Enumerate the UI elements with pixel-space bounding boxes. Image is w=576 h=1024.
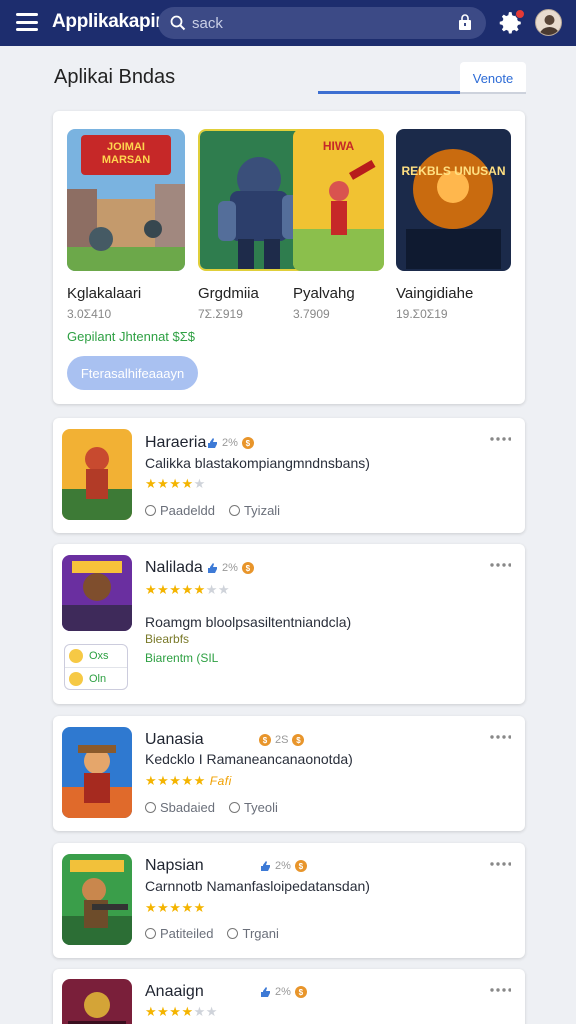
rating-stars: ★★★★★★★ [145, 582, 231, 597]
app-name: Haraeria [145, 434, 207, 451]
more-options-icon[interactable] [489, 861, 511, 871]
app-badge-text: 2% [222, 437, 238, 449]
more-options-icon[interactable] [489, 734, 511, 744]
verified-icon [261, 861, 270, 871]
coin-icon: $ [259, 734, 271, 746]
app-description: Calikka blastakompiangmndnsbans) [145, 455, 370, 471]
downloads-info: Paadeldd [145, 503, 215, 518]
app-card[interactable]: Anaaign 2% $ ★★★★★★ [53, 969, 525, 1024]
coin-icon: $ [294, 986, 307, 998]
app-name: Anaaign [145, 983, 204, 1000]
more-options-icon[interactable] [489, 987, 511, 997]
app-badge-text: 2S [275, 734, 289, 746]
type-info: Trgani [227, 926, 279, 941]
featured-name: Pyalvahg [293, 285, 355, 302]
rating-stars: ★★★★★ [145, 900, 206, 915]
app-footer: Sbadaied Tyeoli [145, 800, 278, 815]
featured-meta: 19.Σ0Σ19 [396, 307, 448, 321]
rating-stars: ★★★★★ Fafi [145, 773, 232, 788]
verified-icon [208, 438, 217, 448]
app-note: Biearbfs [145, 632, 190, 646]
coin-icon: $ [294, 860, 307, 872]
search-bar[interactable] [158, 7, 486, 39]
tag-box: Oxs Oln [64, 644, 128, 690]
featured-note: Gepilant Jhtennat $Σ$ [67, 329, 196, 344]
verified-icon [208, 563, 217, 573]
search-input[interactable] [192, 7, 442, 39]
featured-tile[interactable]: JOIMAI MARSAN [67, 129, 185, 271]
app-card[interactable]: Napsian 2% $ Carnnotb Namanfasloipedatan… [53, 843, 525, 958]
tile-banner: JOIMAI MARSAN [101, 141, 151, 166]
app-icon [62, 555, 132, 631]
avatar[interactable] [535, 9, 562, 36]
coin-icon: $ [241, 562, 254, 574]
app-description: Roamgm bloolpsasiltentniandcla) [145, 614, 352, 630]
app-icon [62, 727, 132, 818]
app-description: Kedcklo I Ramaneancanaonotda) [145, 751, 353, 767]
app-icon [62, 979, 132, 1024]
tile-banner: HIWA [322, 139, 355, 153]
featured-name: Kglakalaari [67, 285, 142, 302]
app-badges: 2% $ [259, 986, 307, 998]
app-name: Nalilada [145, 559, 203, 576]
top-bar: Applikakapin [0, 0, 576, 46]
featured-tile[interactable]: REKBLS UNUSAN [396, 129, 511, 271]
coin-icon: $ [292, 734, 305, 746]
app-icon [62, 429, 132, 520]
app-description: Carnnotb Namanfasloipedatansdan) [145, 878, 370, 894]
tab-indicator [318, 91, 526, 94]
app-card[interactable]: Oxs Oln Nalilada 2% $ ★★★★★★★ Roamgm blo… [53, 544, 525, 704]
rating-stars: ★★★★★★ [145, 1004, 218, 1019]
rating-stars: ★★★★★ [145, 476, 206, 491]
app-name: Uanasia [145, 731, 204, 748]
verified-icon [261, 987, 270, 997]
section-title: Aplikai Bndas [54, 66, 176, 88]
app-name: Napsian [145, 857, 204, 874]
featured-meta: 3.7909 [293, 307, 330, 321]
bag-icon[interactable] [456, 14, 474, 32]
app-badge-text: 2% [275, 860, 291, 872]
app-badges: 2% $ [259, 860, 307, 872]
menu-icon[interactable] [16, 13, 38, 31]
app-note: Biarentm (SIL [145, 651, 219, 665]
notification-badge [515, 9, 525, 19]
app-footer: Patiteiled Trgani [145, 926, 279, 941]
app-card[interactable]: Haraeria 2% $ Calikka blastakompiangmndn… [53, 418, 525, 533]
app-badge-text: 2% [222, 562, 238, 574]
see-more-button[interactable]: Venote [460, 62, 526, 94]
more-options-icon[interactable] [489, 436, 511, 446]
app-badge-text: 2% [275, 986, 291, 998]
tag-item: Oln [65, 667, 127, 689]
more-options-icon[interactable] [489, 562, 511, 572]
featured-meta: 3.0Σ410 [67, 307, 112, 321]
featured-tile[interactable]: HIWA [293, 129, 384, 271]
app-title: Applikakapin [52, 11, 167, 32]
type-info: Tyizali [228, 503, 280, 518]
featured-name: Vaingidiahe [396, 285, 474, 302]
featured-card: JOIMAI MARSAN HIWA REKBLS UNUSAN Kglakal… [53, 111, 525, 404]
app-badges: $ 2S $ [259, 734, 305, 746]
search-icon [170, 15, 186, 31]
app-card[interactable]: Uanasia $ 2S $ Kedcklo I Ramaneancanaono… [53, 716, 525, 831]
app-badges: 2% $ [206, 437, 254, 449]
tile-banner: REKBLS UNUSAN [401, 164, 506, 178]
downloads-info: Sbadaied [145, 800, 215, 815]
install-button[interactable]: Fterasalhifeaaayn [67, 356, 198, 390]
featured-meta: 7Σ.Σ919 [198, 307, 243, 321]
tag-item: Oxs [65, 645, 127, 667]
coin-icon: $ [241, 437, 254, 449]
app-footer: Paadeldd Tyizali [145, 503, 280, 518]
downloads-info: Patiteiled [145, 926, 213, 941]
type-info: Tyeoli [228, 800, 278, 815]
featured-name: Grgdmiia [198, 285, 259, 302]
app-badges: 2% $ [206, 562, 254, 574]
app-icon [62, 854, 132, 945]
